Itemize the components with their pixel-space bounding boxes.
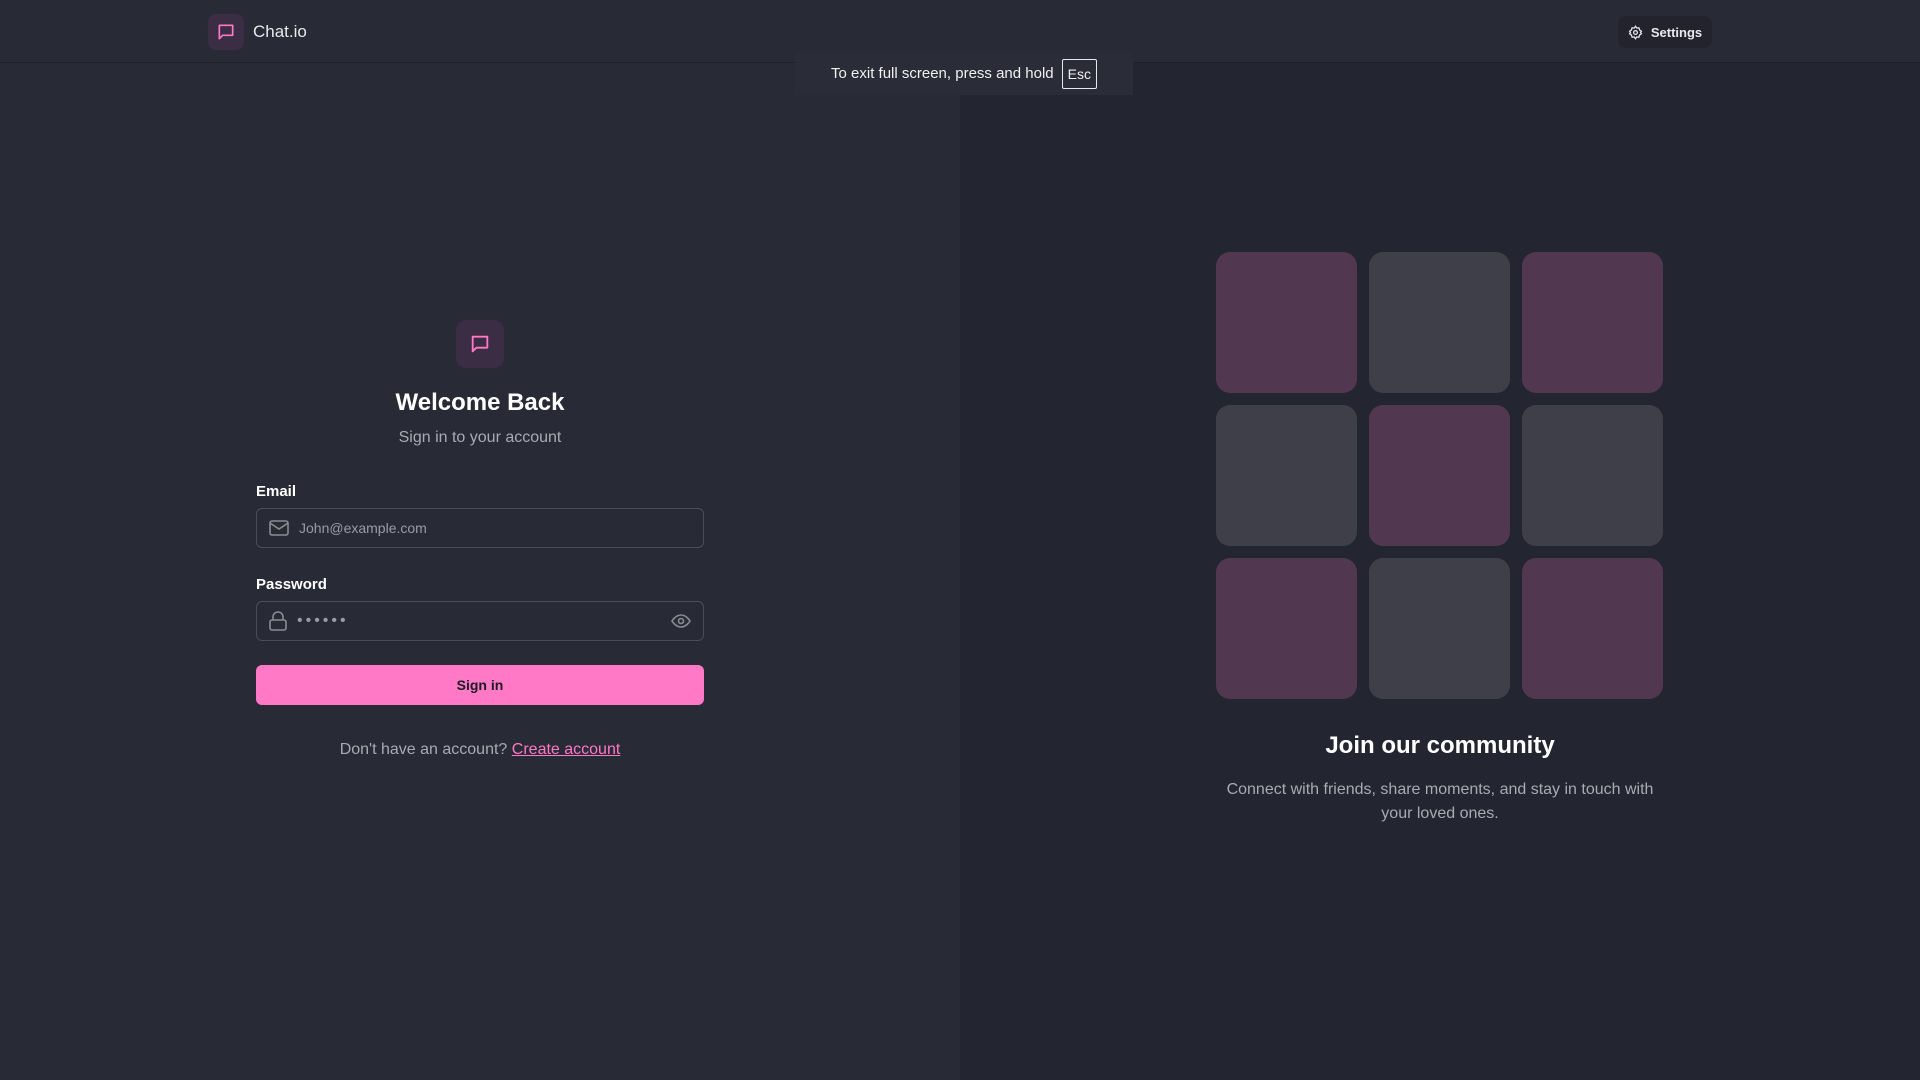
chat-bubble-icon xyxy=(471,335,489,353)
community-tile xyxy=(1369,405,1510,546)
esc-key: Esc xyxy=(1061,58,1097,89)
mail-icon xyxy=(269,520,289,536)
chat-bubble-icon xyxy=(218,24,234,40)
gear-icon xyxy=(1628,24,1643,40)
password-field[interactable]: •••••• xyxy=(256,601,704,641)
community-tile xyxy=(1522,558,1663,699)
eye-icon[interactable] xyxy=(671,613,691,629)
no-account-text: Don't have an account? xyxy=(339,741,508,758)
community-tile xyxy=(1216,405,1357,546)
community-tile xyxy=(1522,405,1663,546)
password-label: Password xyxy=(256,576,327,593)
settings-button[interactable]: Settings xyxy=(1618,16,1712,48)
community-title: Join our community xyxy=(1325,732,1555,759)
community-tile xyxy=(1369,252,1510,393)
email-placeholder: John@example.com xyxy=(299,520,427,536)
community-section: Join our community Connect with friends,… xyxy=(1216,732,1664,826)
create-account-link[interactable]: Create account xyxy=(512,741,621,758)
email-field[interactable]: John@example.com xyxy=(256,508,704,548)
settings-label: Settings xyxy=(1650,24,1703,40)
app-icon xyxy=(456,320,504,368)
community-tile xyxy=(1216,558,1357,699)
brand-name: Chat.io xyxy=(253,22,307,41)
toast-text: To exit full screen, press and hold xyxy=(831,65,1054,82)
page-title: Welcome Back xyxy=(395,389,565,416)
signup-prompt: Don't have an account? Create account xyxy=(256,741,704,759)
logo[interactable] xyxy=(208,14,244,50)
community-tile xyxy=(1522,252,1663,393)
sign-in-button[interactable]: Sign in xyxy=(256,665,704,705)
login-form: Welcome Back Sign in to your account Ema… xyxy=(256,320,704,759)
community-tile xyxy=(1369,558,1510,699)
page-subtitle: Sign in to your account xyxy=(398,429,562,446)
lock-icon xyxy=(269,611,287,631)
community-tile xyxy=(1216,252,1357,393)
fullscreen-toast: To exit full screen, press and hold Esc xyxy=(795,52,1133,95)
community-tile-grid xyxy=(1216,252,1663,699)
community-description: Connect with friends, share moments, and… xyxy=(1226,781,1654,822)
password-value: •••••• xyxy=(297,612,349,629)
email-label: Email xyxy=(256,483,297,500)
